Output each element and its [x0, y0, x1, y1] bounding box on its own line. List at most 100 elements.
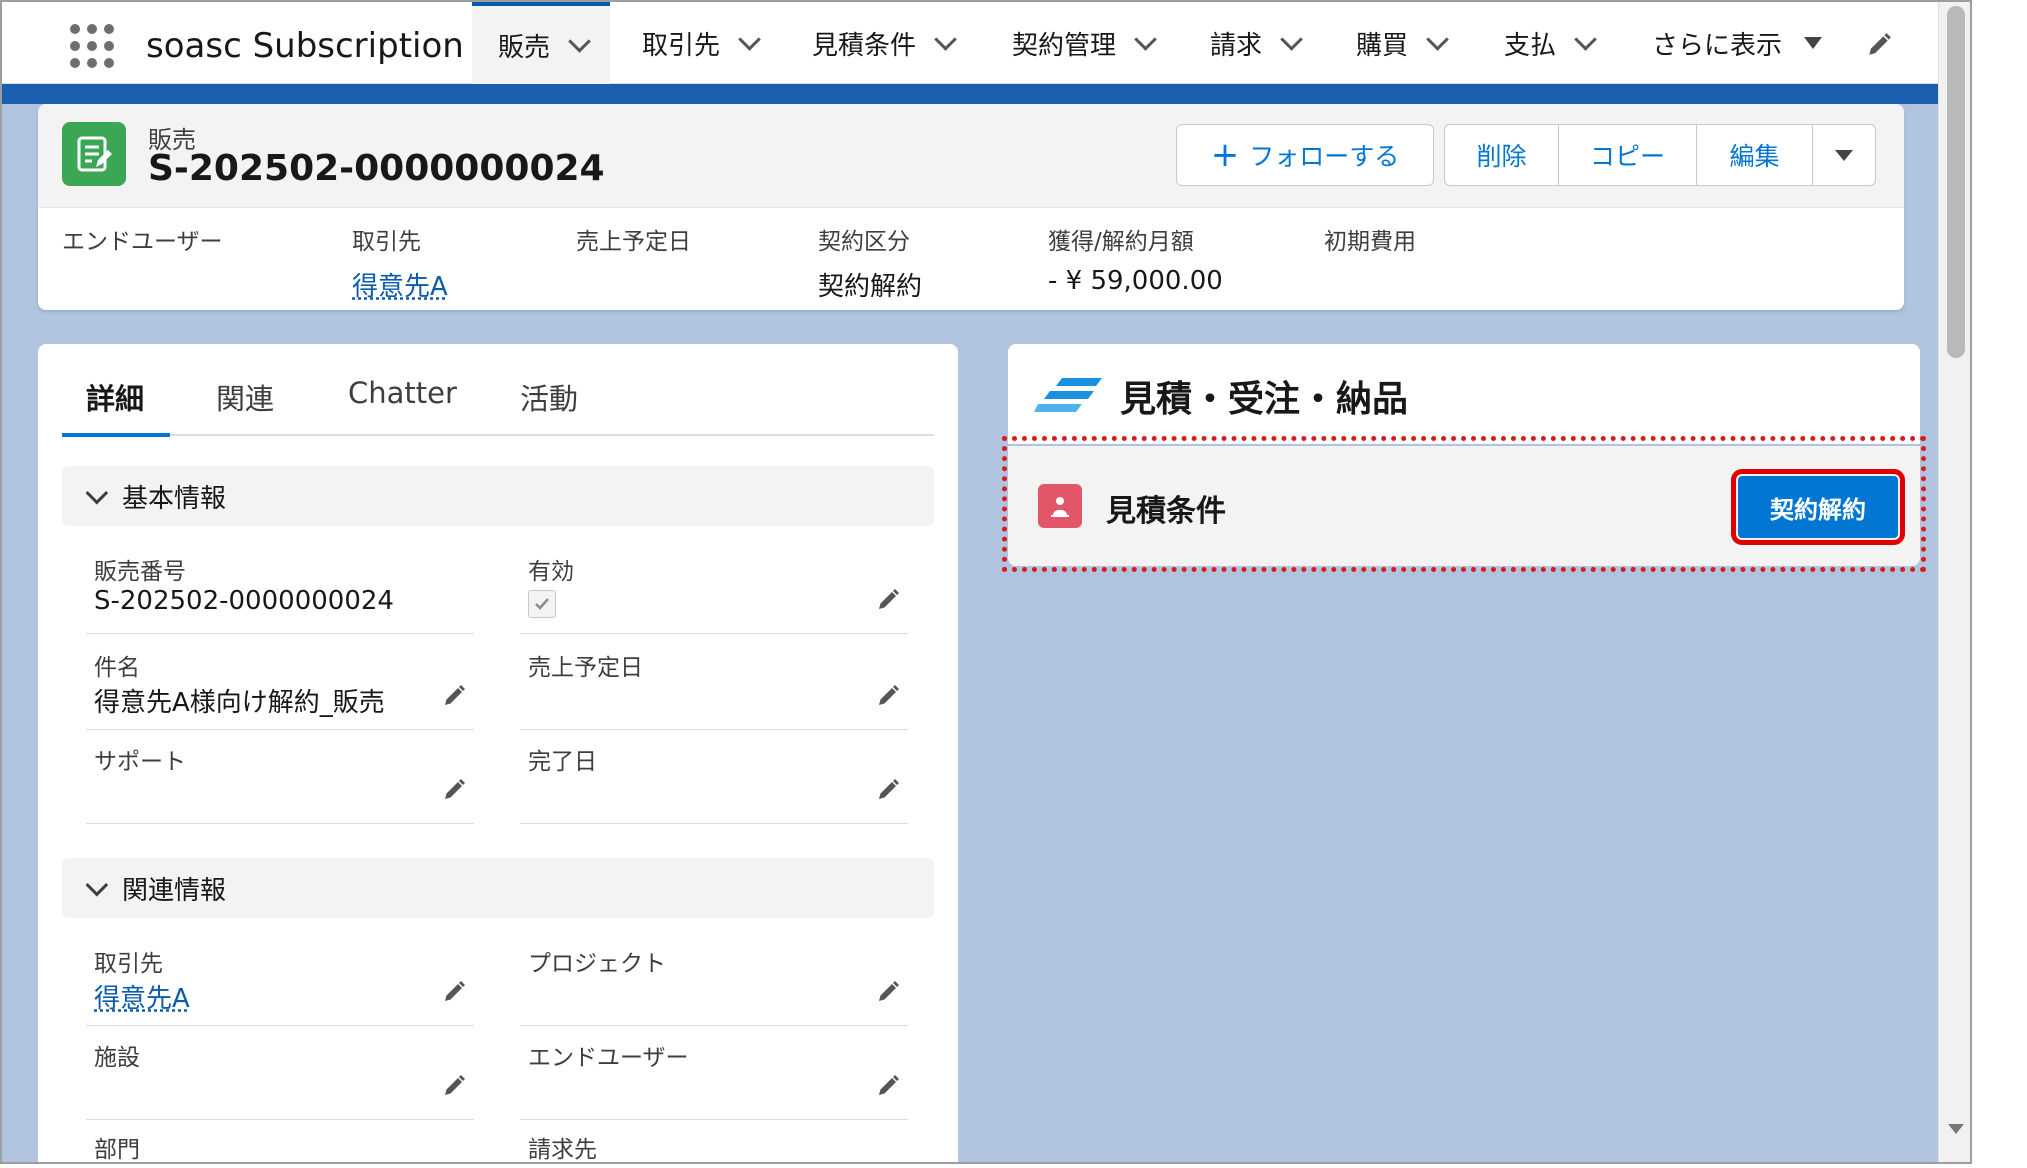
highlight-monthly-amount: 獲得/解約月額 - ¥ 59,000.00	[1048, 222, 1223, 296]
edit-pencil-icon[interactable]	[876, 778, 900, 802]
nav-item-sales[interactable]: 販売	[472, 2, 611, 84]
field-label: プロジェクト	[528, 951, 666, 977]
field-valid: 有効	[520, 544, 908, 634]
global-navigation: soasc Subscription 販売 取引先 見積条件 契約管理 請求 購…	[2, 2, 1938, 84]
highlight-contract-type: 契約区分 契約解約	[818, 222, 922, 303]
follow-button[interactable]: + フォローする	[1176, 124, 1434, 186]
field-subject: 件名 得意先A様向け解約_販売	[86, 640, 474, 730]
edit-pencil-icon[interactable]	[876, 980, 900, 1004]
app-launcher-icon[interactable]	[70, 24, 114, 68]
highlight-value: - ¥ 59,000.00	[1048, 266, 1223, 296]
edit-pencil-icon[interactable]	[876, 684, 900, 708]
field-end-user: エンドユーザー	[520, 1030, 908, 1120]
section-basic-info[interactable]: 基本情報	[62, 466, 934, 526]
chevron-down-icon[interactable]	[568, 30, 591, 53]
nav-item-purchasing[interactable]: 購買	[1356, 2, 1449, 84]
field-value: S-202502-0000000024	[94, 586, 394, 616]
nav-item-payments[interactable]: 支払	[1504, 2, 1597, 84]
field-facility: 施設	[86, 1030, 474, 1120]
record-header-top: 販売 S-202502-0000000024 + フォローする 削除 コピー 編…	[38, 104, 1904, 208]
field-complete-date: 完了日	[520, 734, 908, 824]
field-label: 取引先	[94, 951, 163, 977]
record-tabs: 詳細 関連 Chatter 活動	[62, 362, 934, 436]
nav-item-label: 支払	[1504, 30, 1557, 61]
field-label: 件名	[94, 655, 140, 681]
chevron-down-icon[interactable]	[1280, 28, 1303, 51]
copy-button-label: コピー	[1589, 142, 1665, 171]
nav-item-label: 取引先	[642, 30, 721, 61]
edit-pencil-icon[interactable]	[442, 980, 466, 1004]
chevron-down-icon[interactable]	[1426, 28, 1449, 51]
nav-item-label: 契約管理	[1012, 30, 1117, 61]
field-label: 請求先	[528, 1137, 597, 1163]
nav-item-billing[interactable]: 請求	[1210, 2, 1303, 84]
section-related-info[interactable]: 関連情報	[62, 858, 934, 918]
edit-pencil-icon[interactable]	[876, 1074, 900, 1098]
tab-chatter[interactable]: Chatter	[348, 376, 457, 410]
nav-item-label: 請求	[1210, 30, 1263, 61]
header-band	[2, 84, 1938, 104]
caret-down-icon	[1835, 149, 1853, 161]
highlight-label: 売上予定日	[576, 229, 691, 255]
contract-cancel-button[interactable]: 契約解約	[1731, 469, 1905, 545]
nav-more[interactable]: さらに表示	[1652, 2, 1823, 84]
detail-card: 詳細 関連 Chatter 活動 基本情報 販売番号 S-202502-0000…	[38, 344, 958, 1163]
chevron-down-icon	[85, 481, 109, 505]
highlight-end-user: エンドユーザー	[62, 222, 223, 266]
chevron-down-icon[interactable]	[738, 28, 761, 51]
edit-pencil-icon[interactable]	[442, 684, 466, 708]
edit-pencil-icon[interactable]	[876, 588, 900, 612]
tab-activity[interactable]: 活動	[520, 376, 578, 418]
edit-nav-pencil-icon[interactable]	[1866, 32, 1892, 58]
chevron-down-icon[interactable]	[934, 28, 957, 51]
edit-pencil-icon[interactable]	[442, 778, 466, 802]
record-header: 販売 S-202502-0000000024 + フォローする 削除 コピー 編…	[38, 104, 1904, 310]
nav-item-label: 販売	[498, 32, 551, 63]
scrollbar-thumb[interactable]	[1947, 6, 1965, 358]
quote-order-delivery-card: 見積・受注・納品	[1008, 344, 1920, 444]
section-title: 基本情報	[122, 483, 227, 514]
follow-button-label: フォローする	[1249, 142, 1400, 171]
panel-title: 見積・受注・納品	[1120, 379, 1409, 420]
highlight-label: 獲得/解約月額	[1048, 229, 1194, 255]
account-link[interactable]: 得意先A	[352, 266, 448, 303]
edit-button-label: 編集	[1729, 142, 1780, 171]
edit-pencil-icon[interactable]	[442, 1074, 466, 1098]
chevron-down-icon[interactable]	[1574, 28, 1597, 51]
highlight-value: 契約解約	[818, 272, 923, 302]
field-label: 売上予定日	[528, 655, 643, 681]
more-actions-button[interactable]	[1812, 124, 1876, 186]
tab-details[interactable]: 詳細	[86, 376, 144, 418]
record-title: S-202502-0000000024	[148, 148, 605, 189]
vertical-scrollbar[interactable]	[1938, 2, 1970, 1162]
highlight-label: 取引先	[352, 229, 421, 255]
field-label: 有効	[528, 559, 574, 585]
highlight-label: 契約区分	[818, 229, 910, 255]
highlight-account: 取引先 得意先A	[352, 222, 448, 303]
nav-item-accounts[interactable]: 取引先	[642, 2, 761, 84]
field-label: サポート	[94, 749, 186, 775]
field-label: エンドユーザー	[528, 1045, 689, 1071]
field-sales-number: 販売番号 S-202502-0000000024	[86, 544, 474, 634]
field-project: プロジェクト	[520, 936, 908, 1026]
field-value: 得意先A様向け解約_販売	[94, 688, 385, 718]
tab-related[interactable]: 関連	[216, 376, 274, 418]
chevron-down-icon	[85, 873, 109, 897]
section-title: 関連情報	[122, 875, 227, 906]
delete-button[interactable]: 削除	[1444, 124, 1558, 186]
highlight-label: エンドユーザー	[62, 229, 223, 255]
app-window: soasc Subscription 販売 取引先 見積条件 契約管理 請求 購…	[0, 0, 1972, 1164]
record-action-group: 削除 コピー 編集	[1444, 124, 1876, 186]
nav-item-quote-conditions[interactable]: 見積条件	[812, 2, 957, 84]
chevron-down-icon[interactable]	[1134, 28, 1157, 51]
edit-button[interactable]: 編集	[1696, 124, 1812, 186]
nav-item-contract-management[interactable]: 契約管理	[1012, 2, 1157, 84]
caret-down-icon[interactable]	[1804, 37, 1823, 49]
scroll-down-arrow-icon[interactable]	[1948, 1124, 1964, 1134]
plus-icon: +	[1210, 135, 1240, 175]
copy-button[interactable]: コピー	[1558, 124, 1696, 186]
quote-conditions-icon	[1038, 484, 1082, 528]
sales-record-icon	[62, 122, 126, 186]
nav-item-label: 見積条件	[812, 30, 917, 61]
account-link[interactable]: 得意先A	[94, 978, 190, 1015]
